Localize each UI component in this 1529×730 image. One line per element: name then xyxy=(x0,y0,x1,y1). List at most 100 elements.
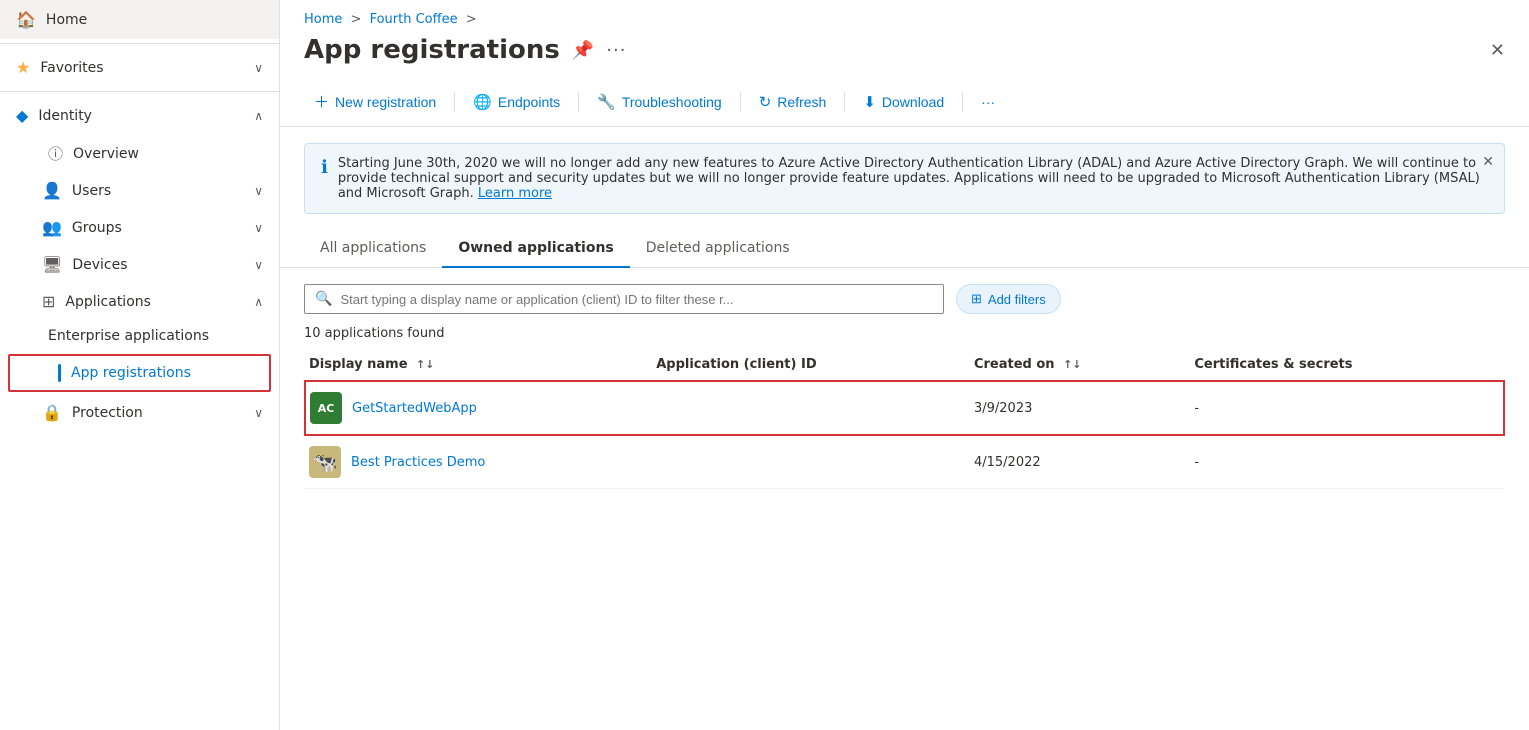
breadcrumb-tenant[interactable]: Fourth Coffee xyxy=(370,12,458,27)
toolbar-separator xyxy=(844,92,845,112)
add-filters-label: Add filters xyxy=(988,292,1046,307)
refresh-label: Refresh xyxy=(777,94,826,110)
download-button[interactable]: ⬇ Download xyxy=(853,87,954,117)
sidebar-enterprise-label: Enterprise applications xyxy=(48,328,209,344)
sidebar-applications-label: Applications xyxy=(65,294,151,310)
groups-icon: 👥 xyxy=(42,218,62,237)
tabs: All applications Owned applications Dele… xyxy=(280,230,1529,268)
info-circle-icon: ⓘ xyxy=(48,143,63,164)
add-filters-button[interactable]: ⊞ Add filters xyxy=(956,284,1061,314)
sidebar-item-favorites[interactable]: ★ Favorites ∨ xyxy=(0,48,279,87)
breadcrumb: Home > Fourth Coffee > xyxy=(280,0,1529,31)
tab-deleted-applications[interactable]: Deleted applications xyxy=(630,230,806,268)
chevron-down-icon: ∨ xyxy=(254,61,263,75)
toolbar: ＋ New registration 🌐 Endpoints 🔧 Trouble… xyxy=(280,77,1529,127)
new-registration-button[interactable]: ＋ New registration xyxy=(304,85,446,118)
main-content: Home > Fourth Coffee > App registrations… xyxy=(280,0,1529,730)
close-banner-button[interactable]: ✕ xyxy=(1482,154,1494,170)
sidebar-users-label: Users xyxy=(72,183,111,199)
col-app-client-id[interactable]: Application (client) ID xyxy=(652,349,970,381)
sidebar: 🏠 Home ★ Favorites ∨ ◆ Identity ∧ ⓘ Over… xyxy=(0,0,280,730)
app-name-link[interactable]: GetStartedWebApp xyxy=(352,401,477,416)
results-count: 10 applications found xyxy=(304,326,445,341)
client-id-cell xyxy=(652,435,970,489)
results-info: 10 applications found xyxy=(280,322,1529,349)
close-icon[interactable]: ✕ xyxy=(1490,40,1505,61)
sidebar-item-users[interactable]: 👤 Users ∨ xyxy=(0,172,279,209)
table-row: 🐄 Best Practices Demo 4/15/2022 - xyxy=(305,435,1504,489)
sidebar-home-label: Home xyxy=(46,12,87,28)
sidebar-item-home[interactable]: 🏠 Home xyxy=(0,0,279,39)
troubleshooting-label: Troubleshooting xyxy=(622,94,722,110)
chevron-up-icon: ∧ xyxy=(254,109,263,123)
sort-icon: ↑↓ xyxy=(1063,358,1081,371)
protection-icon: 🔒 xyxy=(42,403,62,422)
refresh-button[interactable]: ↻ Refresh xyxy=(749,87,837,117)
more-options-icon[interactable]: ··· xyxy=(606,40,626,61)
active-bar xyxy=(58,364,61,382)
toolbar-separator xyxy=(454,92,455,112)
col-certs-secrets: Certificates & secrets xyxy=(1190,349,1504,381)
sidebar-item-identity[interactable]: ◆ Identity ∧ xyxy=(0,96,279,135)
more-toolbar-button[interactable]: ··· xyxy=(971,88,1005,116)
table-container: Display name ↑↓ Application (client) ID … xyxy=(280,349,1529,730)
download-icon: ⬇ xyxy=(863,93,876,111)
app-name-cell: 🐄 Best Practices Demo xyxy=(305,435,652,489)
users-icon: 👤 xyxy=(42,181,62,200)
sidebar-identity-label: Identity xyxy=(38,108,92,124)
certs-secrets-cell: - xyxy=(1190,435,1504,489)
sidebar-item-protection[interactable]: 🔒 Protection ∨ xyxy=(0,394,279,431)
sidebar-devices-label: Devices xyxy=(72,257,127,273)
pin-icon[interactable]: 📌 xyxy=(572,40,594,61)
sidebar-favorites-label: Favorites xyxy=(40,60,103,76)
sidebar-item-devices[interactable]: 🖥 Devices ∨ xyxy=(0,246,279,283)
learn-more-link[interactable]: Learn more xyxy=(478,186,552,201)
info-banner: ℹ Starting June 30th, 2020 we will no lo… xyxy=(304,143,1505,214)
sidebar-overview-label: Overview xyxy=(73,146,139,162)
search-box[interactable]: 🔍 xyxy=(304,284,944,314)
chevron-down-icon: ∨ xyxy=(254,258,263,272)
col-created-on[interactable]: Created on ↑↓ xyxy=(970,349,1190,381)
filter-icon: ⊞ xyxy=(971,291,982,307)
devices-icon: 🖥 xyxy=(42,255,62,274)
created-on-cell: 3/9/2023 xyxy=(970,381,1190,435)
wrench-icon: 🔧 xyxy=(597,93,616,111)
search-icon: 🔍 xyxy=(315,291,332,307)
col-display-name[interactable]: Display name ↑↓ xyxy=(305,349,652,381)
chevron-down-icon: ∨ xyxy=(254,221,263,235)
search-input[interactable] xyxy=(340,292,933,307)
sidebar-item-app-registrations[interactable]: App registrations xyxy=(8,354,271,392)
search-row: 🔍 ⊞ Add filters xyxy=(280,268,1529,322)
info-icon: ℹ xyxy=(321,157,328,178)
app-name-link[interactable]: Best Practices Demo xyxy=(351,455,485,470)
troubleshooting-button[interactable]: 🔧 Troubleshooting xyxy=(587,87,732,117)
chevron-up-icon: ∧ xyxy=(254,295,263,309)
toolbar-separator xyxy=(578,92,579,112)
endpoints-button[interactable]: 🌐 Endpoints xyxy=(463,87,570,117)
certs-secrets-cell: - xyxy=(1190,381,1504,435)
sidebar-item-overview[interactable]: ⓘ Overview xyxy=(0,135,279,172)
banner-text: Starting June 30th, 2020 we will no long… xyxy=(338,156,1488,201)
sidebar-item-groups[interactable]: 👥 Groups ∨ xyxy=(0,209,279,246)
created-on-cell: 4/15/2022 xyxy=(970,435,1190,489)
breadcrumb-sep1: > xyxy=(351,12,366,27)
breadcrumb-sep2: > xyxy=(466,12,477,27)
refresh-icon: ↻ xyxy=(759,93,772,111)
more-toolbar-icon: ··· xyxy=(981,94,995,110)
download-label: Download xyxy=(882,94,944,110)
avatar: AC xyxy=(310,392,342,424)
tab-all-applications[interactable]: All applications xyxy=(304,230,442,268)
tab-owned-applications[interactable]: Owned applications xyxy=(442,230,629,268)
applications-icon: ⊞ xyxy=(42,292,55,311)
app-name-cell: AC GetStartedWebApp xyxy=(305,381,652,435)
page-title: App registrations xyxy=(304,35,560,65)
sidebar-item-applications[interactable]: ⊞ Applications ∧ xyxy=(0,283,279,320)
breadcrumb-home[interactable]: Home xyxy=(304,12,342,27)
plus-icon: ＋ xyxy=(314,91,329,112)
endpoints-label: Endpoints xyxy=(498,94,560,110)
chevron-down-icon: ∨ xyxy=(254,406,263,420)
chevron-down-icon: ∨ xyxy=(254,184,263,198)
new-reg-label: New registration xyxy=(335,94,436,110)
table-row: AC GetStartedWebApp 3/9/2023 - xyxy=(305,381,1504,435)
sidebar-item-enterprise-apps[interactable]: Enterprise applications xyxy=(0,320,279,352)
